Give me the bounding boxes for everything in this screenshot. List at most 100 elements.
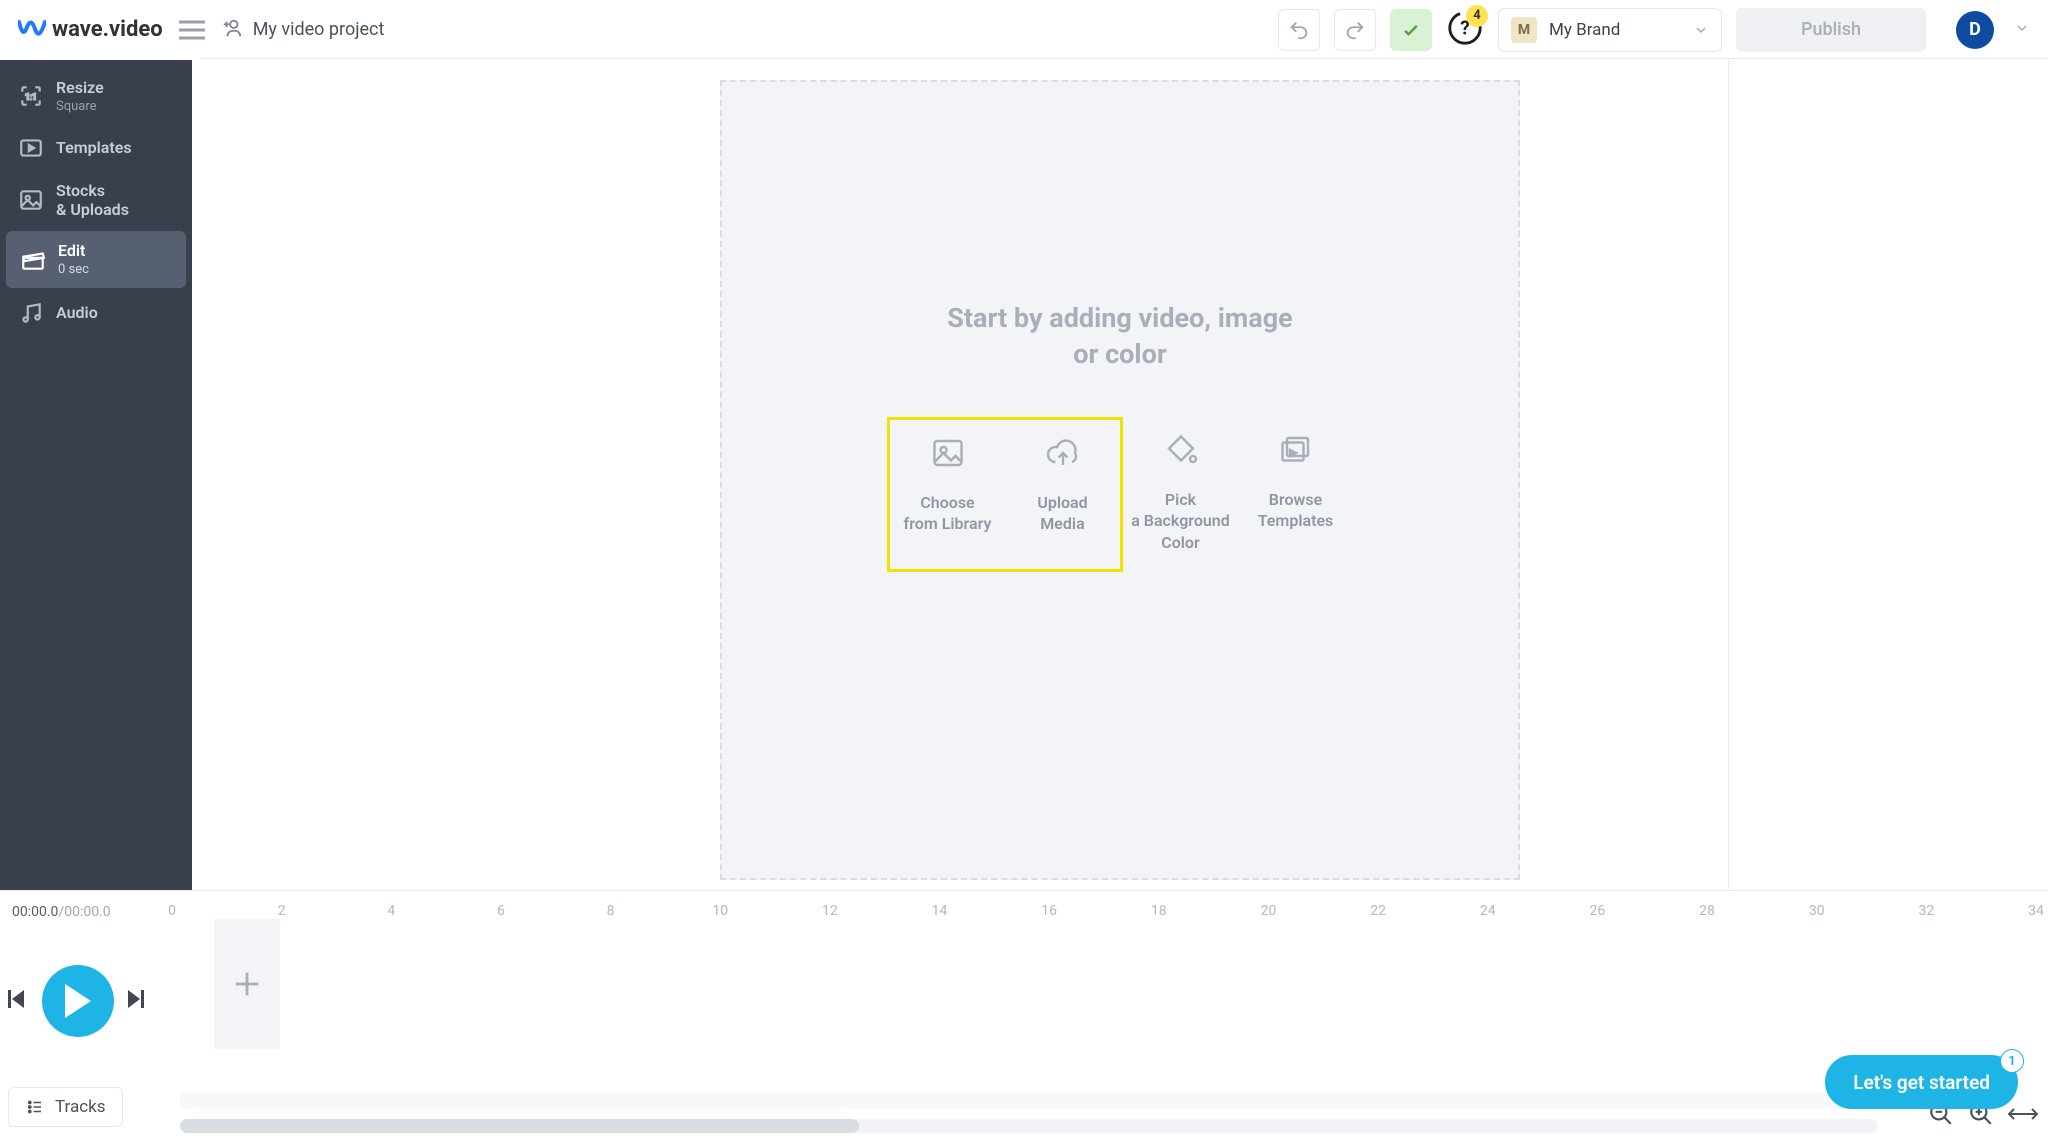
tile-label-l1: Browse — [1269, 490, 1322, 509]
user-menu-caret[interactable] — [2014, 20, 2030, 40]
right-panel-divider — [1728, 60, 1729, 889]
ruler-tick: 10 — [712, 903, 728, 919]
canvas-area: Start by adding video, image or color Ch… — [192, 60, 2048, 890]
skip-prev-icon — [8, 990, 24, 1008]
brand-chip: M — [1511, 17, 1537, 43]
tile-label-l2: a Background — [1131, 511, 1230, 530]
check-icon — [1401, 20, 1421, 40]
ruler-tick: 0 — [168, 903, 176, 919]
canvas-heading: Start by adding video, image or color — [947, 300, 1292, 373]
ruler-tick: 32 — [1918, 903, 1934, 919]
header-divider — [200, 58, 2048, 59]
sidebar-item-sub: Square — [56, 99, 104, 115]
undo-button[interactable] — [1278, 9, 1320, 51]
tile-label-l1: Pick — [1165, 490, 1196, 509]
chat-label: Let's get started — [1853, 1071, 1990, 1094]
fit-width-icon — [2008, 1104, 2038, 1124]
ruler-tick: 22 — [1370, 903, 1386, 919]
add-collaborator-icon[interactable] — [221, 17, 243, 43]
sidebar-item-label: Resize — [56, 78, 104, 97]
tile-pick-color[interactable]: Pick a Background Color — [1123, 417, 1238, 572]
ruler-tick: 28 — [1699, 903, 1715, 919]
sidebar-item-stocks[interactable]: Stocks & Uploads — [0, 171, 192, 229]
ruler-tick: 4 — [387, 903, 395, 919]
clapboard-icon — [18, 247, 48, 273]
brand-selector[interactable]: M My Brand — [1498, 8, 1722, 52]
tile-upload-media[interactable]: Upload Media — [1005, 420, 1120, 569]
add-clip-button[interactable] — [214, 919, 280, 1049]
fit-width-button[interactable] — [2008, 1104, 2038, 1128]
header-right-group: ? 4 M My Brand Publish D — [1278, 8, 2030, 52]
menu-button[interactable] — [179, 20, 205, 40]
canvas-dropzone[interactable]: Start by adding video, image or color Ch… — [720, 80, 1520, 880]
play-button[interactable] — [42, 965, 114, 1037]
ruler-tick: 26 — [1590, 903, 1606, 919]
playback-controls — [0, 933, 2048, 1049]
tile-label-l1: Upload — [1037, 493, 1087, 512]
sidebar-item-resize[interactable]: 1:1 Resize Square — [0, 68, 192, 125]
chevron-down-icon — [2014, 20, 2030, 36]
ruler-tick: 30 — [1809, 903, 1825, 919]
sidebar: 1:1 Resize Square Templates Stocks & Upl… — [0, 60, 192, 890]
tracks-icon — [25, 1098, 45, 1116]
chat-badge: 1 — [2000, 1049, 2024, 1073]
canvas-heading-l1: Start by adding video, image — [947, 302, 1292, 334]
cloud-upload-icon — [1043, 434, 1083, 472]
sidebar-item-label: Edit — [58, 241, 89, 260]
ruler-tick: 18 — [1151, 903, 1167, 919]
onboarding-chat-button[interactable]: Let's get started 1 — [1825, 1055, 2018, 1109]
ruler-tick: 12 — [822, 903, 838, 919]
prev-frame-button[interactable] — [8, 990, 28, 1012]
tile-label-l1: Choose — [920, 493, 974, 512]
tile-label-l3: Color — [1161, 533, 1199, 552]
plus-icon — [230, 967, 264, 1001]
highlighted-group: Choose from Library Upload Media — [887, 417, 1123, 572]
timeline-track-bg — [180, 1093, 1878, 1109]
sidebar-item-audio[interactable]: Audio — [0, 290, 192, 336]
tile-choose-library[interactable]: Choose from Library — [890, 420, 1005, 569]
ruler-tick: 24 — [1480, 903, 1496, 919]
help-button[interactable]: ? 4 — [1446, 9, 1484, 51]
sidebar-item-label: Templates — [56, 138, 132, 157]
publish-button[interactable]: Publish — [1736, 8, 1926, 52]
resize-icon: 1:1 — [16, 83, 46, 109]
logo-text: wave.video — [52, 17, 163, 42]
timeline-panel: 00:00.0/00:00.0 024681012141618202224262… — [0, 890, 2048, 1141]
time-ruler[interactable]: 0246810121416182022242628303234 — [172, 891, 2036, 933]
time-ruler-row: 00:00.0/00:00.0 024681012141618202224262… — [0, 891, 2048, 933]
ruler-tick: 8 — [607, 903, 615, 919]
app-logo[interactable]: wave.video — [18, 17, 163, 42]
next-frame-button[interactable] — [128, 990, 148, 1012]
sidebar-item-sub: 0 sec — [58, 262, 89, 278]
main-body: 1:1 Resize Square Templates Stocks & Upl… — [0, 60, 2048, 890]
templates-icon — [16, 135, 46, 161]
ruler-tick: 6 — [497, 903, 505, 919]
redo-icon — [1344, 19, 1366, 41]
sidebar-item-templates[interactable]: Templates — [0, 125, 192, 171]
app-header: wave.video My video project ? 4 M My Bra… — [0, 0, 2048, 60]
tile-label-l2: Templates — [1258, 511, 1334, 530]
tracks-label: Tracks — [55, 1097, 106, 1117]
redo-button[interactable] — [1334, 9, 1376, 51]
sidebar-item-edit[interactable]: Edit 0 sec — [6, 231, 186, 288]
music-icon — [16, 300, 46, 326]
total-time: 00:00.0 — [64, 904, 110, 920]
ruler-tick: 14 — [932, 903, 948, 919]
brand-label: My Brand — [1549, 20, 1620, 40]
help-badge: 4 — [1466, 5, 1488, 27]
project-title[interactable]: My video project — [253, 19, 385, 40]
tile-label-l2: Media — [1040, 514, 1084, 533]
templates-stack-icon — [1276, 431, 1316, 469]
tile-browse-templates[interactable]: Browse Templates — [1238, 417, 1353, 572]
chevron-down-icon — [1693, 22, 1709, 38]
skip-next-icon — [128, 990, 144, 1008]
saved-indicator[interactable] — [1390, 9, 1432, 51]
timeline-scrollbar[interactable] — [180, 1119, 1878, 1133]
user-avatar[interactable]: D — [1956, 11, 1994, 49]
play-icon — [63, 984, 93, 1018]
svg-text:1:1: 1:1 — [25, 93, 37, 103]
time-display: 00:00.0/00:00.0 — [12, 904, 111, 920]
tracks-button[interactable]: Tracks — [8, 1087, 123, 1127]
ruler-tick: 20 — [1261, 903, 1277, 919]
hamburger-icon — [179, 20, 205, 40]
